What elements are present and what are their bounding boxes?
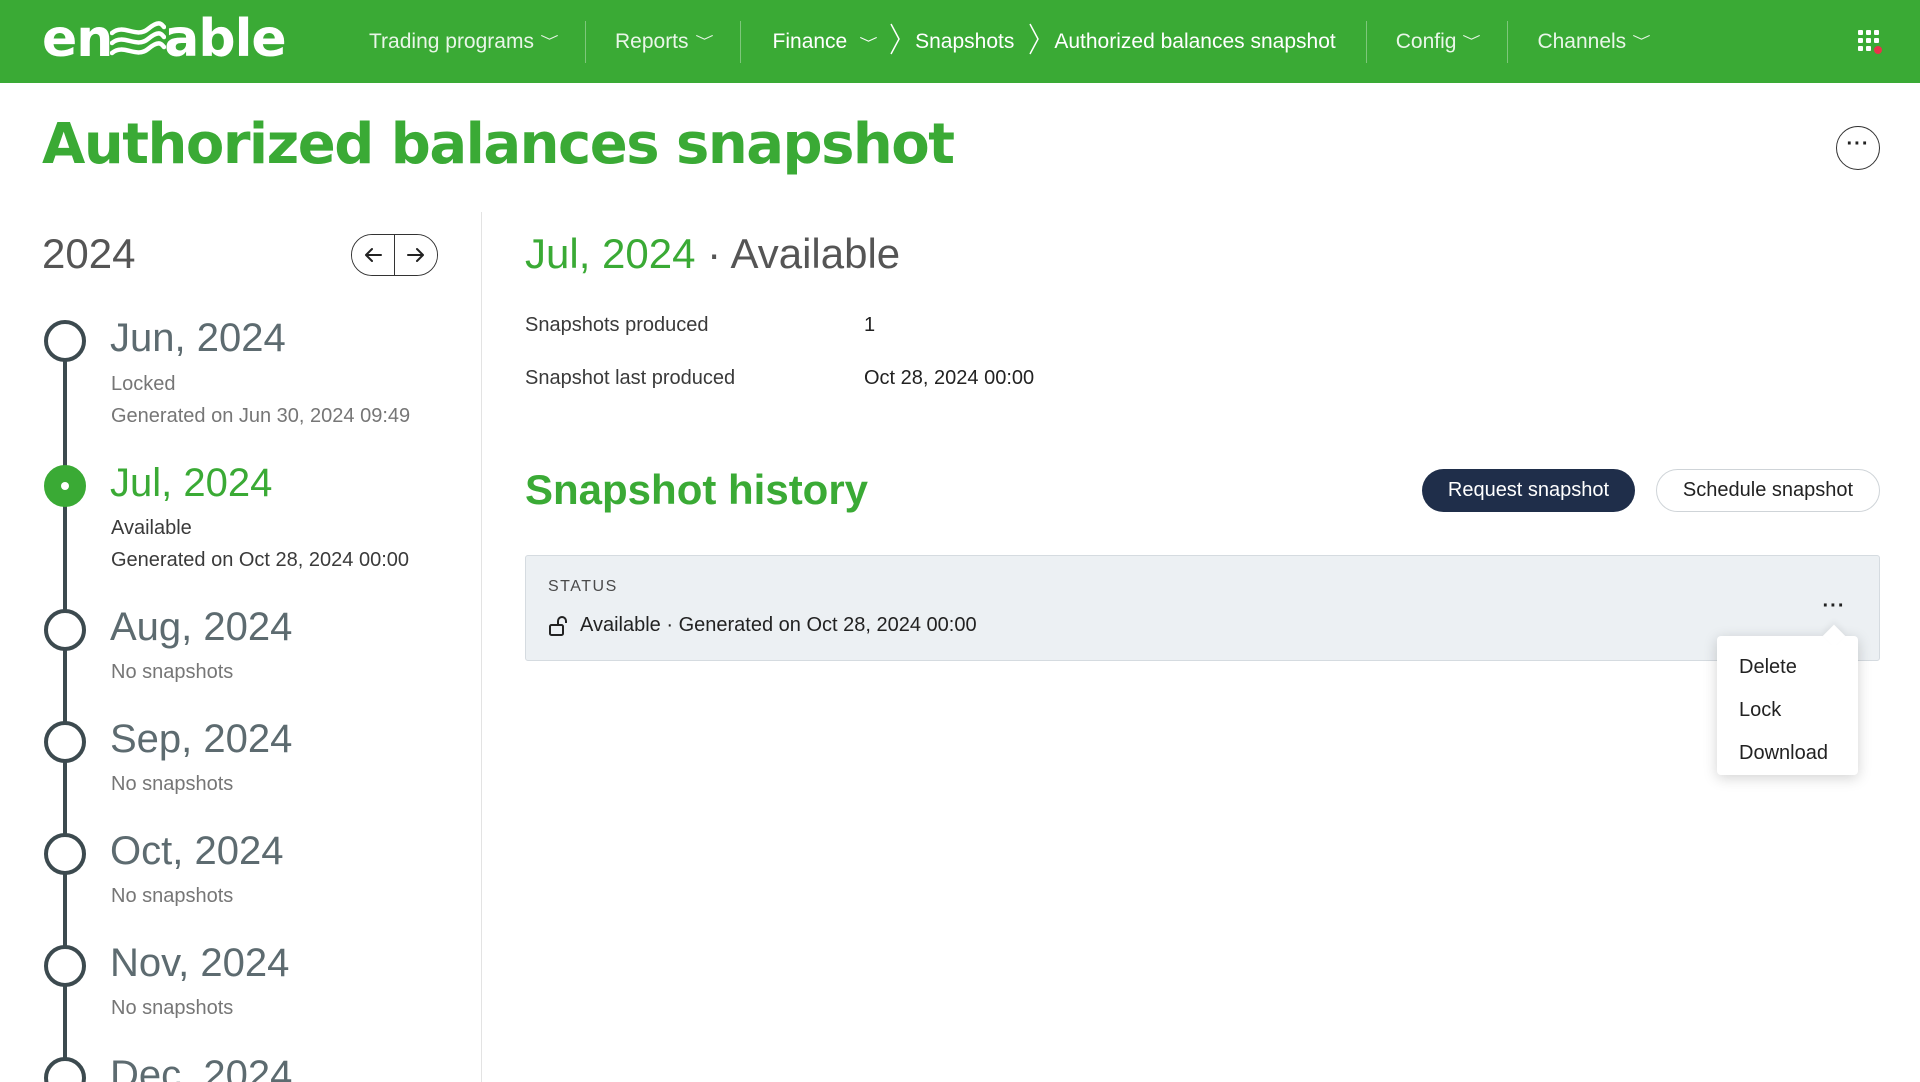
main-nav: Trading programs ﹀ Reports ﹀ Finance ﹀ S…: [340, 0, 1677, 83]
breadcrumb-snapshots[interactable]: Snapshots: [915, 30, 1014, 54]
month-status: No snapshots: [111, 997, 234, 1019]
snapshots-produced-label: Snapshots produced: [525, 314, 709, 336]
column-divider: [481, 212, 482, 1082]
period-separator: ·: [695, 230, 731, 277]
month-generated: Generated on Oct 28, 2024 00:00: [111, 549, 409, 571]
menu-item-download[interactable]: Download: [1717, 732, 1858, 775]
timeline-node[interactable]: [44, 833, 86, 875]
period-month: Jul, 2024: [525, 230, 696, 277]
chevron-down-icon: ﹀: [540, 34, 559, 49]
nav-label: Config: [1395, 29, 1457, 53]
month-label[interactable]: Jul, 2024: [110, 461, 272, 506]
menu-item-delete[interactable]: Delete: [1717, 646, 1858, 689]
nav-trading-programs[interactable]: Trading programs ﹀: [340, 0, 585, 83]
snapshot-status-text: Available · Generated on Oct 28, 2024 00…: [580, 614, 977, 636]
breadcrumb-current: Authorized balances snapshot: [1054, 29, 1336, 53]
chevron-down-icon: ﹀: [1632, 34, 1651, 49]
unlocked-icon: [549, 615, 567, 636]
year-label: 2024: [42, 230, 136, 277]
nav-config[interactable]: Config ﹀: [1367, 0, 1508, 83]
logo-wave-icon: [110, 21, 167, 56]
chevron-down-icon: ﹀: [859, 35, 878, 51]
previous-year-button[interactable]: [352, 235, 394, 275]
timeline-node[interactable]: [44, 945, 86, 987]
breadcrumb-separator-icon: [1028, 22, 1040, 62]
row-more-button[interactable]: ···: [1816, 596, 1852, 624]
month-label[interactable]: Dec, 2024: [110, 1053, 292, 1082]
status-column-header: STATUS: [548, 578, 618, 595]
nav-reports[interactable]: Reports ﹀: [586, 0, 740, 83]
breadcrumb: Finance ﹀ Snapshots Authorized balances …: [741, 0, 1366, 83]
month-label[interactable]: Nov, 2024: [110, 941, 289, 986]
apps-grid-icon[interactable]: [1858, 30, 1882, 54]
month-label[interactable]: Oct, 2024: [110, 829, 283, 874]
arrow-right-icon: [407, 248, 425, 262]
enable-logo[interactable]: en able: [42, 9, 287, 69]
nav-channels[interactable]: Channels ﹀: [1508, 0, 1677, 83]
next-year-button[interactable]: [395, 235, 437, 275]
year-navigation: [351, 234, 438, 276]
last-produced-label: Snapshot last produced: [525, 367, 736, 389]
chevron-down-icon: ﹀: [1462, 34, 1482, 49]
snapshot-history-row: STATUS Available · Generated on Oct 28, …: [525, 555, 1880, 661]
arrow-left-icon: [364, 248, 382, 262]
period-heading: Jul, 2024 · Available: [525, 230, 900, 278]
month-status: Locked: [111, 373, 176, 395]
month-status: No snapshots: [111, 773, 234, 795]
snapshot-history-title: Snapshot history: [525, 466, 869, 513]
timeline-node[interactable]: [44, 1057, 86, 1082]
nav-label: Channels: [1537, 29, 1627, 53]
timeline-node[interactable]: [44, 721, 86, 763]
top-navigation-bar: en able Trading programs ﹀ Reports ﹀ Fin…: [0, 0, 1920, 83]
month-label[interactable]: Sep, 2024: [110, 717, 292, 762]
month-status: No snapshots: [111, 661, 234, 683]
request-snapshot-button[interactable]: Request snapshot: [1422, 469, 1635, 512]
breadcrumb-finance[interactable]: Finance ﹀: [772, 29, 878, 54]
snapshot-status: Available · Generated on Oct 28, 2024 00…: [548, 614, 977, 637]
timeline-node-selected[interactable]: [44, 465, 86, 507]
page-more-button[interactable]: ···: [1836, 126, 1880, 170]
timeline-node[interactable]: [44, 320, 86, 362]
month-status: No snapshots: [111, 885, 234, 907]
month-generated: Generated on Jun 30, 2024 09:49: [111, 405, 411, 427]
nav-label: Trading programs: [369, 29, 534, 53]
breadcrumb-label: Finance: [772, 29, 848, 53]
notification-dot: [1874, 46, 1882, 54]
snapshots-produced-value: 1: [864, 314, 876, 336]
last-produced-value: Oct 28, 2024 00:00: [864, 367, 1035, 389]
month-status: Available: [111, 517, 192, 539]
chevron-down-icon: ﹀: [694, 34, 714, 49]
schedule-snapshot-button[interactable]: Schedule snapshot: [1656, 469, 1880, 512]
row-actions-menu: Delete Lock Download: [1717, 636, 1858, 775]
nav-label: Reports: [614, 29, 689, 53]
logo-text-right: able: [164, 9, 286, 69]
menu-item-lock[interactable]: Lock: [1717, 689, 1858, 732]
period-status: Available: [730, 230, 901, 277]
month-label[interactable]: Aug, 2024: [110, 605, 292, 650]
page-title: Authorized balances snapshot: [42, 112, 955, 177]
timeline-node[interactable]: [44, 609, 86, 651]
breadcrumb-separator-icon: [889, 22, 901, 62]
logo-text-left: en: [42, 9, 113, 69]
month-label[interactable]: Jun, 2024: [110, 316, 286, 361]
